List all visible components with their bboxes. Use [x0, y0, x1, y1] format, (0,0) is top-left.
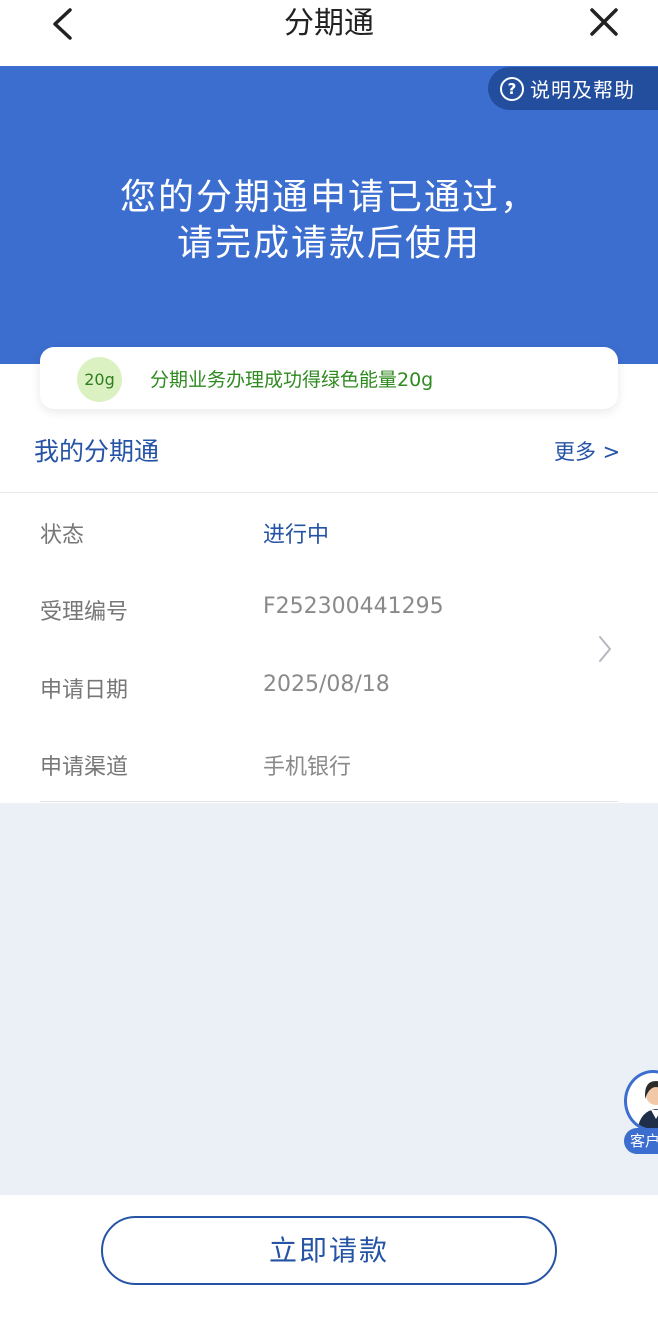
question-icon: ?: [500, 76, 524, 101]
banner-message-line-2: 请完成请款后使用: [176, 223, 481, 264]
energy-text: 分期业务办理成功得绿色能量20g: [150, 369, 434, 391]
help-button[interactable]: ? 说明及帮助: [488, 67, 658, 110]
close-icon[interactable]: [588, 6, 620, 38]
divider: [40, 801, 618, 802]
page-title: 分期通: [284, 6, 374, 41]
application-channel-label: 申请渠道: [40, 755, 129, 780]
application-channel-value: 手机银行: [263, 755, 352, 780]
application-number-value: F252300441295: [263, 594, 444, 619]
section-title: 我的分期通: [34, 437, 160, 466]
more-link[interactable]: 更多 >: [554, 436, 620, 466]
application-date-value: 2025/08/18: [263, 672, 390, 697]
application-date-label: 申请日期: [40, 678, 129, 703]
status-value: 进行中: [263, 523, 330, 548]
chevron-right-icon[interactable]: [597, 634, 613, 664]
top-nav-bar: 分期通: [0, 0, 658, 66]
customer-service-button[interactable]: 客户: [624, 1070, 658, 1156]
agent-icon: [637, 1081, 658, 1129]
green-energy-card[interactable]: 20g 分期业务办理成功得绿色能量20g: [40, 347, 618, 409]
banner-message-line-1: 您的分期通申请已通过，: [119, 177, 538, 218]
divider: [0, 492, 658, 493]
customer-service-label: 客户: [624, 1128, 658, 1154]
status-label: 状态: [40, 523, 85, 548]
energy-badge: 20g: [77, 357, 122, 402]
customer-service-avatar: [624, 1070, 658, 1132]
installment-card: [0, 364, 658, 803]
application-number-label: 受理编号: [40, 600, 129, 625]
request-loan-button[interactable]: 立即请款: [101, 1216, 557, 1285]
help-label: 说明及帮助: [530, 78, 635, 102]
